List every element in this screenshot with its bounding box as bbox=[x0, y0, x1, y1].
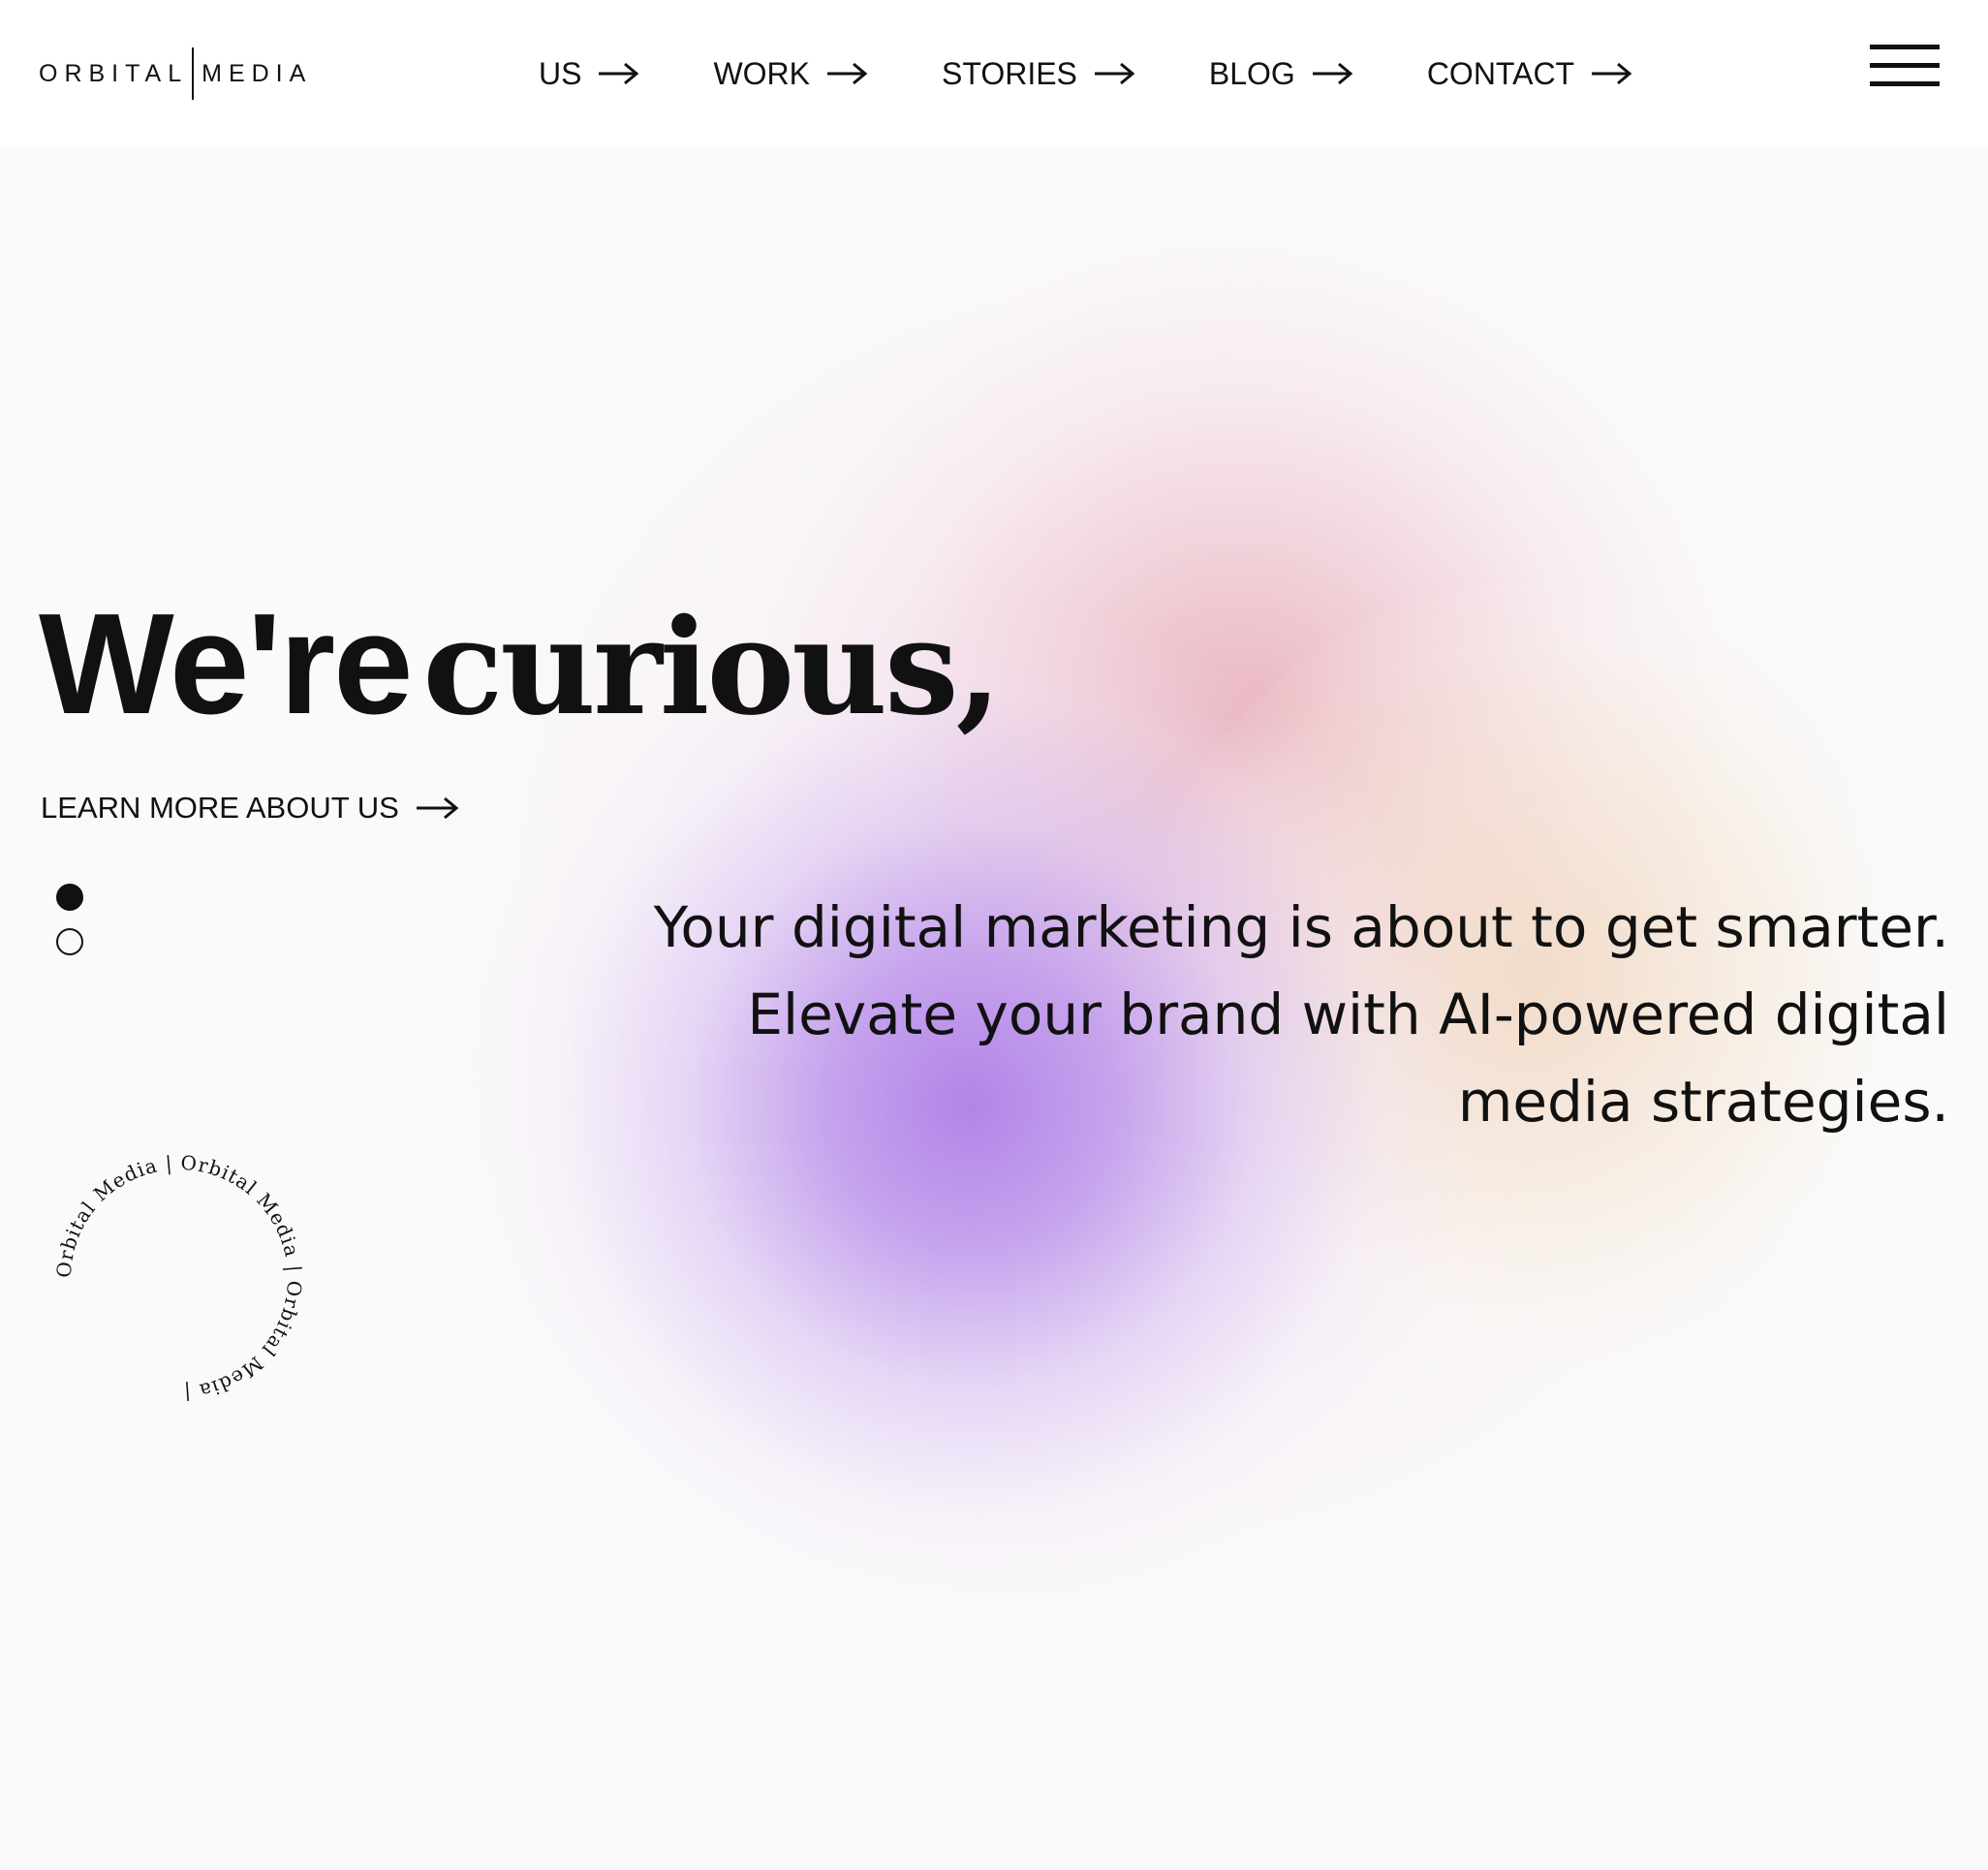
arrow-right-icon bbox=[416, 796, 459, 820]
hero-tagline: Your digital marketing is about to get s… bbox=[653, 894, 1949, 1135]
site-header: ORBITAL MEDIA US WORK STORIES BLOG CONTA… bbox=[0, 0, 1988, 145]
svg-text:Orbital Media | Orbital Media: Orbital Media | Orbital Media | Orbital … bbox=[52, 1151, 307, 1405]
logo-divider bbox=[192, 47, 195, 100]
page: ORBITAL MEDIA US WORK STORIES BLOG CONTA… bbox=[0, 0, 1988, 1870]
nav-item-stories[interactable]: STORIES bbox=[942, 56, 1135, 92]
nav-item-label: WORK bbox=[713, 55, 810, 91]
nav-item-label: US bbox=[539, 55, 582, 91]
hero-title-serif: curious, bbox=[422, 590, 1002, 745]
slide-dot-2[interactable] bbox=[56, 928, 83, 955]
learn-more-label: LEARN MORE ABOUT US bbox=[41, 791, 399, 825]
hero-title: We'recurious, bbox=[39, 593, 1002, 736]
hamburger-menu-icon[interactable] bbox=[1870, 43, 1940, 89]
rotating-badge: Orbital Media | Orbital Media | Orbital … bbox=[52, 1151, 307, 1405]
arrow-right-icon bbox=[1592, 62, 1632, 85]
nav-item-blog[interactable]: BLOG bbox=[1209, 56, 1353, 92]
nav-item-label: BLOG bbox=[1208, 55, 1295, 91]
logo[interactable]: ORBITAL MEDIA bbox=[39, 47, 312, 101]
arrow-right-icon bbox=[599, 62, 639, 85]
logo-text-left: ORBITAL bbox=[39, 59, 189, 87]
learn-more-link[interactable]: LEARN MORE ABOUT US bbox=[41, 791, 459, 826]
nav-item-us[interactable]: US bbox=[539, 56, 639, 92]
arrow-right-icon bbox=[827, 62, 868, 85]
logo-text-right: MEDIA bbox=[202, 59, 313, 87]
badge-text: Orbital Media | Orbital Media | Orbital … bbox=[52, 1151, 306, 1405]
nav-item-label: STORIES bbox=[942, 55, 1077, 91]
nav-item-label: CONTACT bbox=[1426, 55, 1575, 91]
slide-indicator bbox=[56, 884, 83, 973]
nav-item-work[interactable]: WORK bbox=[713, 56, 868, 92]
nav-item-contact[interactable]: CONTACT bbox=[1427, 56, 1632, 92]
hero-title-sans: We're bbox=[39, 584, 413, 744]
main-nav: US WORK STORIES BLOG CONTACT bbox=[539, 48, 1632, 99]
arrow-right-icon bbox=[1094, 62, 1135, 85]
arrow-right-icon bbox=[1312, 62, 1353, 85]
slide-dot-1-active[interactable] bbox=[56, 884, 83, 911]
